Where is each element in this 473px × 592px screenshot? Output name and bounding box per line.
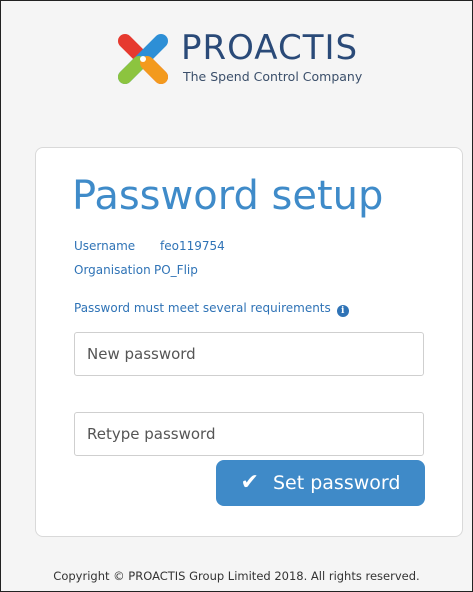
page-title: Password setup: [72, 173, 384, 219]
brand-name: PROACTIS: [181, 28, 359, 68]
username-row: Username feo119754: [74, 238, 225, 254]
password-setup-card: Password setup Username feo119754 Organis…: [35, 147, 463, 537]
username-label: Username: [74, 239, 136, 253]
retype-password-input[interactable]: [74, 412, 424, 456]
set-password-button[interactable]: ✔ Set password: [216, 460, 425, 506]
password-requirements: Password must meet several requirements i: [74, 300, 349, 317]
username-value: feo119754: [160, 239, 225, 253]
proactis-logo-icon: [118, 34, 168, 84]
organisation-label: Organisation: [74, 263, 151, 277]
requirements-text: Password must meet several requirements: [74, 301, 331, 315]
brand-tagline: The Spend Control Company: [183, 69, 363, 84]
copyright-footer: Copyright © PROACTIS Group Limited 2018.…: [53, 569, 420, 583]
new-password-input[interactable]: [74, 332, 424, 376]
info-icon[interactable]: i: [336, 305, 349, 317]
checkmark-icon: ✔: [240, 470, 259, 495]
proactis-logo: PROACTIS The Spend Control Company: [113, 29, 393, 91]
organisation-value: PO_Flip: [154, 263, 198, 277]
organisation-row: Organisation PO_Flip: [74, 262, 198, 278]
set-password-label: Set password: [272, 472, 401, 494]
